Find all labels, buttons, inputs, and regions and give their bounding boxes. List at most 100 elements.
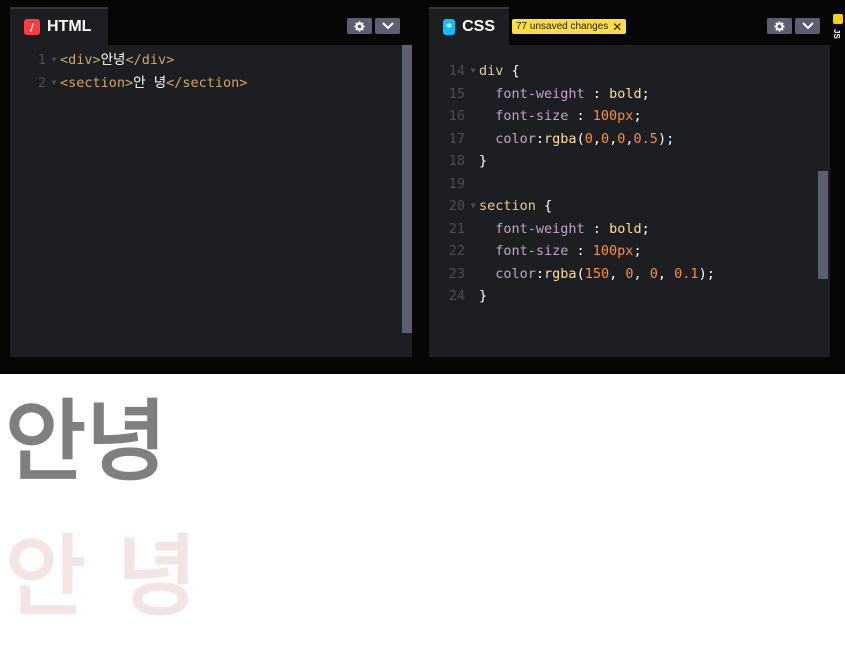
- open-tag: <div>: [60, 52, 101, 68]
- code-token: bold: [609, 220, 642, 237]
- gear-icon: [774, 20, 785, 32]
- fold-arrow-icon[interactable]: ▼: [48, 72, 60, 94]
- line-number: 1: [37, 52, 46, 68]
- code-token: ,: [609, 130, 618, 147]
- code-token: 0: [649, 265, 658, 282]
- code-token: 100px: [592, 243, 634, 259]
- editor-area: / HTML 1 ▼ <div> 안녕 </div> 2 ▼ <section> 안 녕 </s…: [0, 0, 845, 374]
- unsaved-changes-badge[interactable]: 77 unsaved changes ✕: [512, 19, 627, 34]
- css-icon: *: [443, 19, 456, 35]
- code-line: 21 font-weight : bold;: [429, 218, 650, 240]
- tab-html[interactable]: / HTML: [10, 7, 108, 45]
- code-line: 16 font-size : 100px;: [429, 105, 642, 127]
- fold-arrow-icon[interactable]: ▼: [48, 49, 60, 71]
- js-icon: [833, 14, 843, 24]
- code-token: 150: [584, 265, 610, 282]
- output-section-text: 안 녕: [5, 525, 198, 628]
- chevron-down-icon: [381, 22, 394, 30]
- code-token: (: [576, 265, 585, 282]
- code-token: ,: [592, 130, 601, 147]
- code-token: 0: [625, 265, 634, 282]
- line-number: 21: [448, 220, 465, 237]
- code-line: 15 font-weight : bold;: [429, 83, 650, 105]
- code-token: color: [479, 265, 536, 282]
- tag-text: 안 녕: [133, 75, 167, 91]
- code-token: :: [584, 220, 610, 237]
- line-number: 17: [448, 130, 465, 147]
- code-token: ,: [609, 265, 626, 282]
- code-token: :: [568, 108, 593, 124]
- output-div-text: 안녕: [5, 390, 167, 493]
- css-tab-label: CSS: [462, 18, 495, 35]
- preview-output: 안녕 안 녕: [0, 374, 845, 654]
- css-scrollbar[interactable]: [818, 171, 828, 279]
- js-editor-collapsed[interactable]: JS: [831, 7, 845, 357]
- code-token: {: [535, 198, 553, 214]
- css-panel-actions: [767, 18, 820, 34]
- code-line: 14 ▼ div {: [429, 60, 520, 82]
- html-panel-actions: [347, 18, 400, 34]
- line-number: 16: [448, 108, 465, 124]
- css-collapse-button[interactable]: [795, 18, 820, 34]
- code-token: :: [535, 265, 545, 282]
- code-token: {: [503, 63, 520, 79]
- html-code-area[interactable]: 1 ▼ <div> 안녕 </div> 2 ▼ <section> 안 녕 </section>: [10, 45, 412, 357]
- line-number: 24: [448, 288, 465, 304]
- code-line: 17 color: rgba(0, 0, 0, 0.5);: [429, 128, 674, 150]
- css-code-area[interactable]: 14 ▼ div {15 font-weight : bold; 16 font-si…: [429, 45, 830, 357]
- code-token: ;: [633, 108, 642, 124]
- line-number: 2: [37, 75, 46, 91]
- code-token: font-size: [479, 243, 569, 259]
- tab-css[interactable]: * CSS: [429, 7, 509, 45]
- line-number: 23: [448, 265, 465, 282]
- code-token: font-size: [479, 108, 569, 124]
- code-token: 0: [617, 130, 626, 147]
- fold-arrow-icon[interactable]: ▼: [467, 60, 479, 82]
- css-settings-button[interactable]: [767, 18, 792, 34]
- code-token: color: [479, 130, 536, 147]
- line-number: 20: [448, 198, 465, 214]
- unsaved-changes-text: 77 unsaved changes: [516, 21, 609, 32]
- code-token: ,: [625, 130, 634, 147]
- code-token: 0.5: [633, 130, 658, 147]
- css-panel-header: * CSS 77 unsaved changes ✕: [429, 7, 830, 45]
- code-token: ;: [641, 85, 650, 102]
- code-line: 22 font-size : 100px;: [429, 240, 642, 262]
- code-token: 0.1: [674, 265, 699, 282]
- code-token: rgba: [544, 265, 577, 282]
- fold-arrow-icon[interactable]: ▼: [467, 195, 479, 217]
- js-tab-label: JS: [832, 29, 841, 39]
- code-token: rgba: [544, 130, 577, 147]
- tag-text: 안녕: [100, 52, 126, 68]
- html-panel-header: / HTML: [10, 7, 412, 45]
- html-settings-button[interactable]: [347, 18, 372, 34]
- code-token: ;: [633, 243, 642, 259]
- code-token: }: [479, 288, 488, 304]
- line-number: 15: [448, 85, 465, 102]
- code-line: 18}: [429, 150, 487, 172]
- html-editor-panel: / HTML 1 ▼ <div> 안녕 </div> 2 ▼ <section> 안 녕 </s…: [10, 7, 412, 357]
- code-token: :: [568, 243, 593, 259]
- line-number: 18: [448, 153, 465, 169]
- code-token: :: [584, 85, 610, 102]
- close-tag: </div>: [125, 52, 175, 68]
- close-tag: </section>: [166, 75, 248, 91]
- top-bar: [0, 0, 845, 7]
- code-token: 0: [600, 130, 610, 147]
- html-scrollbar[interactable]: [402, 45, 412, 333]
- code-token: 0: [584, 130, 593, 147]
- html-collapse-button[interactable]: [375, 18, 400, 34]
- line-number: 14: [448, 63, 465, 79]
- code-line: 2 ▼ <section> 안 녕 </section>: [10, 72, 248, 94]
- close-icon[interactable]: ✕: [612, 21, 622, 33]
- html-icon: /: [24, 19, 40, 35]
- code-token: font-weight: [479, 220, 585, 237]
- css-editor-panel: * CSS 77 unsaved changes ✕ 14 ▼ div {15 fo…: [429, 7, 830, 357]
- code-line: 24}: [429, 285, 487, 307]
- code-token: font-weight: [479, 85, 585, 102]
